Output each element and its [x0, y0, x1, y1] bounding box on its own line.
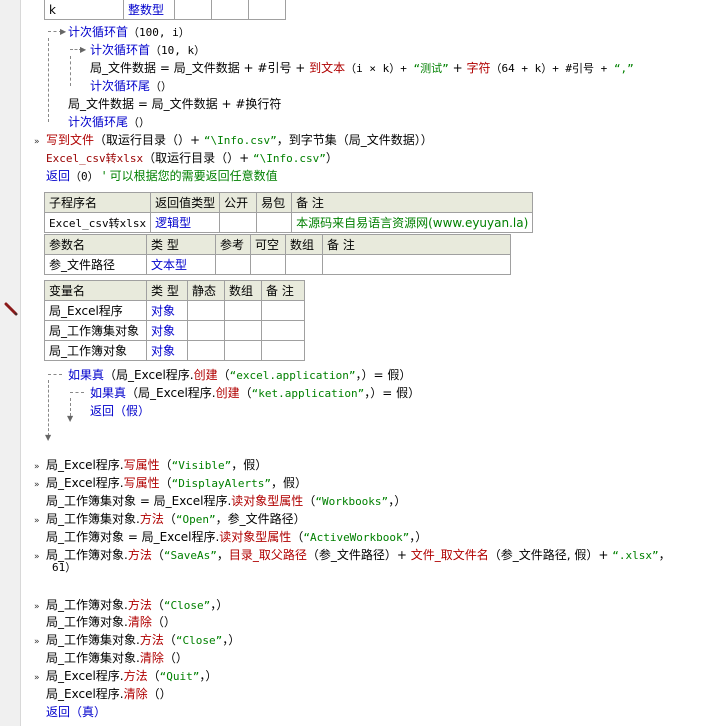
sub-name-cell[interactable]: Excel_csv转xlsx [43, 212, 152, 233]
assign-line[interactable]: 局_文件数据 = 局_文件数据 + #引号 + 到文本（i × k）+ “测试”… [90, 60, 634, 76]
loop-guide-inner [70, 56, 71, 86]
loop-outer-end[interactable]: 计次循环尾（） [68, 114, 150, 130]
code-line[interactable]: 局_Excel程序.清除（） [46, 686, 172, 702]
if-guide-outer [48, 380, 49, 436]
code-line[interactable]: 局_工作簿对象 = 局_Excel程序.读对象型属性（“ActiveWorkbo… [46, 529, 427, 545]
loop-inner-end[interactable]: 计次循环尾（） [90, 78, 172, 94]
editor-gutter [0, 0, 21, 726]
top-var-table: k 整数型 [44, 0, 286, 20]
code-line[interactable]: 局_Excel程序.方法（“Quit”，） [46, 668, 217, 684]
local-var-table: 变量名 类 型 静态 数组 备 注 局_Excel程序 对象 局_工作簿集对象 … [44, 280, 305, 361]
param-type-cell[interactable]: 文本型 [146, 254, 216, 275]
var-type-cell[interactable]: 整数型 [123, 0, 175, 20]
code-line[interactable]: 局_工作簿对象.清除（） [46, 614, 176, 630]
write-file-line[interactable]: 写到文件（取运行目录（）+ “\Info.csv”，到字节集（局_文件数据）） [46, 132, 433, 148]
code-line[interactable]: 局_工作簿对象.方法（“Close”，） [46, 597, 228, 613]
call-convert-line[interactable]: Excel_csv转xlsx（取运行目录（）+ “\Info.csv”） [46, 150, 338, 166]
code-line[interactable]: 局_工作簿集对象.方法（“Open”，参_文件路径） [46, 511, 306, 527]
code-line[interactable]: 局_Excel程序.写属性（“DisplayAlerts”，假） [46, 475, 307, 491]
table-row[interactable]: 局_工作簿集对象 对象 [44, 320, 305, 341]
code-line[interactable]: 返回（真） [46, 704, 106, 720]
subroutine-table: 子程序名 返回值类型 公开 易包 备 注 Excel_csv转xlsx 逻辑型 … [43, 192, 534, 233]
sub-ret-cell[interactable]: 逻辑型 [150, 212, 221, 233]
code-line-cont[interactable]: 61） [52, 560, 76, 576]
sub-note-cell[interactable]: 本源码来自易语言资源网(www.eyuyan.la) [291, 212, 534, 233]
if-excel-line[interactable]: 如果真（局_Excel程序.创建（“excel.application”，）= … [68, 367, 411, 383]
line-marker-icon: » [34, 137, 40, 147]
pencil-icon [4, 302, 18, 316]
table-row[interactable]: 局_工作簿对象 对象 [44, 340, 305, 361]
if-return-line[interactable]: 返回（假） [90, 403, 150, 419]
var-name-cell[interactable]: k [44, 0, 124, 20]
loop-inner-start[interactable]: 计次循环首（10, k） [90, 42, 205, 58]
newline-line[interactable]: 局_文件数据 = 局_文件数据 + #换行符 [68, 96, 281, 112]
param-table: 参数名 类 型 参考 可空 数组 备 注 参_文件路径 文本型 [44, 234, 511, 275]
return-line[interactable]: 返回（0） ' 可以根据您的需要返回任意数值 [46, 168, 278, 184]
code-line[interactable]: 局_工作簿集对象.清除（） [46, 650, 188, 666]
param-name-cell[interactable]: 参_文件路径 [44, 254, 147, 275]
loop-outer-start[interactable]: 计次循环首（100, i） [68, 24, 190, 40]
code-line[interactable]: 局_Excel程序.写属性（“Visible”，假） [46, 457, 267, 473]
table-row[interactable]: 局_Excel程序 对象 [44, 300, 305, 321]
code-line[interactable]: 局_工作簿集对象.方法（“Close”，） [46, 632, 240, 648]
code-line[interactable]: 局_工作簿集对象 = 局_Excel程序.读对象型属性（“Workbooks”，… [46, 493, 406, 509]
code-line[interactable]: 局_工作簿对象.方法（“SaveAs”，目录_取父路径（参_文件路径）+ 文件_… [46, 547, 671, 563]
arrow-icon: ▶ [60, 27, 67, 36]
if-ket-line[interactable]: 如果真（局_Excel程序.创建（“ket.application”，）= 假） [90, 385, 420, 401]
loop-guide-outer [48, 38, 49, 122]
